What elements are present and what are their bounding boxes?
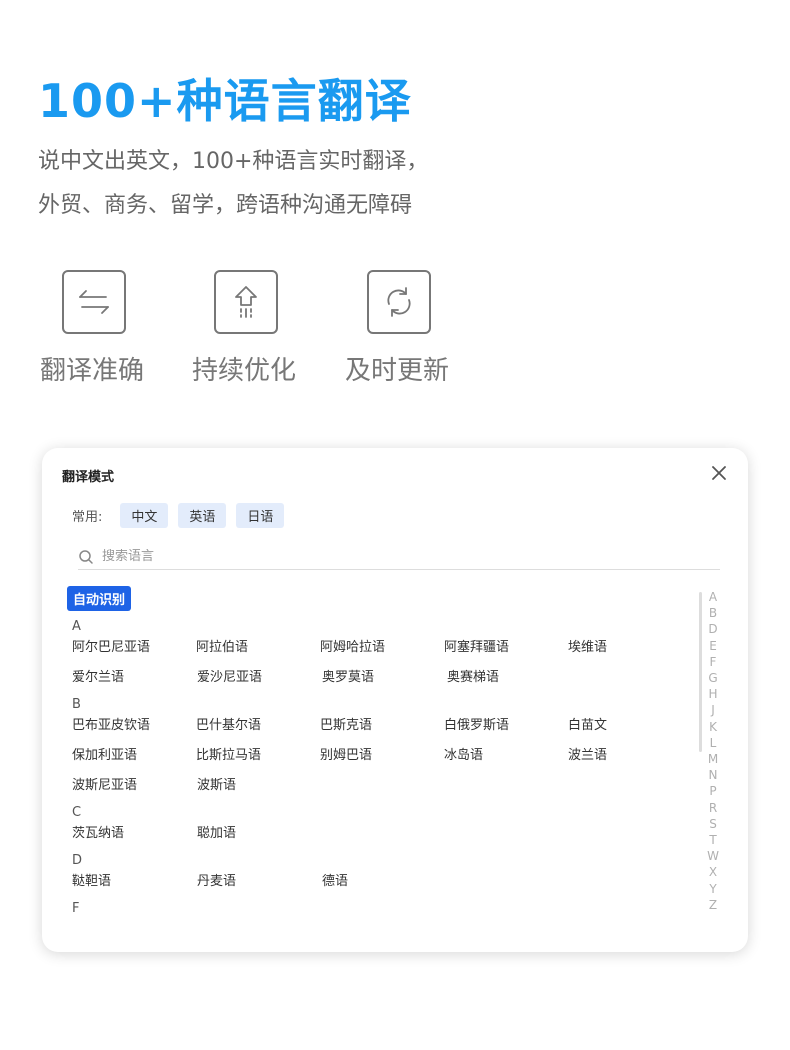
alphabet-index-letter[interactable]: H (706, 686, 720, 702)
language-item[interactable]: 奥赛梯语 (447, 666, 572, 685)
search-input[interactable] (102, 549, 662, 564)
language-row: 巴布亚皮钦语 巴什基尔语 巴斯克语 白俄罗斯语 白苗文 (72, 714, 692, 744)
page-description: 说中文出英文，100+种语言实时翻译， 外贸、商务、留学，跨语种沟通无障碍 (38, 140, 428, 228)
chip-english[interactable]: 英语 (178, 503, 227, 528)
close-icon (712, 466, 726, 480)
alphabet-index-letter[interactable]: P (706, 783, 720, 799)
language-item[interactable]: 白俄罗斯语 (444, 714, 568, 733)
language-item[interactable]: 阿塞拜疆语 (444, 636, 568, 655)
scrollbar[interactable] (699, 592, 702, 752)
language-item[interactable]: 聪加语 (197, 822, 322, 841)
language-item[interactable]: 阿尔巴尼亚语 (72, 636, 196, 655)
language-item[interactable]: 爱尔兰语 (72, 666, 197, 685)
search-icon (79, 549, 93, 564)
search-bar (78, 544, 720, 570)
language-item[interactable]: 阿姆哈拉语 (320, 636, 444, 655)
common-label: 常用: (72, 510, 103, 525)
alphabet-index-letter[interactable]: D (706, 621, 720, 637)
language-item[interactable]: 奥罗莫语 (322, 666, 447, 685)
feature-label-optimize: 持续优化 (192, 356, 297, 386)
alphabet-index-letter[interactable]: Y (706, 881, 720, 897)
feature-accurate: 翻译准确 (40, 270, 182, 387)
refresh-icon (367, 270, 431, 334)
alphabet-index-letter[interactable]: Z (706, 897, 720, 913)
section-letter: D (72, 853, 83, 868)
feature-update: 及时更新 (345, 270, 487, 387)
feature-label-accurate: 翻译准确 (40, 356, 145, 386)
alphabet-index-letter[interactable]: M (706, 751, 720, 767)
language-item[interactable]: 埃维语 (568, 636, 692, 655)
language-list: A 阿尔巴尼亚语 阿拉伯语 阿姆哈拉语 阿塞拜疆语 埃维语 爱尔兰语 爱沙尼亚语 奥罗莫语 奥赛梯… (72, 618, 692, 918)
language-item[interactable]: 别姆巴语 (320, 744, 444, 763)
dialog-title: 翻译模式 (62, 470, 115, 485)
language-item[interactable]: 比斯拉马语 (196, 744, 320, 763)
language-row: 保加利亚语 比斯拉马语 别姆巴语 冰岛语 波兰语 (72, 744, 692, 774)
chip-chinese[interactable]: 中文 (120, 503, 169, 528)
language-row: 鞑靼语 丹麦语 德语 (72, 870, 692, 900)
alphabet-index-letter[interactable]: T (706, 832, 720, 848)
upgrade-arrow-icon (214, 270, 278, 334)
alphabet-index-letter[interactable]: E (706, 638, 720, 654)
swap-arrows-icon (62, 270, 126, 334)
language-row: 阿尔巴尼亚语 阿拉伯语 阿姆哈拉语 阿塞拜疆语 埃维语 (72, 636, 692, 666)
alphabet-index-letter[interactable]: X (706, 864, 720, 880)
feature-optimize: 持续优化 (192, 270, 334, 387)
description-line-2: 外贸、商务、留学，跨语种沟通无障碍 (38, 193, 413, 218)
alphabet-index-letter[interactable]: A (706, 589, 720, 605)
language-item[interactable]: 阿拉伯语 (196, 636, 320, 655)
translate-mode-dialog: 翻译模式 常用: 中文 英语 日语 自动识别 A 阿尔巴尼亚语阿拉伯语阿姆哈拉语阿… (42, 448, 748, 952)
section-letter: B (72, 697, 81, 712)
language-item[interactable]: 波兰语 (568, 744, 692, 763)
alphabet-index-letter[interactable]: G (706, 670, 720, 686)
section-letter: C (72, 805, 82, 820)
language-item[interactable]: 保加利亚语 (72, 744, 196, 763)
language-item[interactable]: 冰岛语 (444, 744, 568, 763)
page-title: 100+种语言翻译 (38, 74, 412, 128)
description-line-1: 说中文出英文，100+种语言实时翻译， (38, 149, 429, 174)
alphabet-index-letter[interactable]: L (706, 735, 720, 751)
section-letter: A (72, 619, 81, 634)
alphabet-index-letter[interactable]: K (706, 719, 720, 735)
language-row: 爱尔兰语 爱沙尼亚语 奥罗莫语 奥赛梯语 (72, 666, 692, 696)
language-item[interactable]: 巴斯克语 (320, 714, 444, 733)
language-item[interactable]: 白苗文 (568, 714, 692, 733)
language-item[interactable]: 波斯尼亚语 (72, 774, 197, 793)
alphabet-index-letter[interactable]: N (706, 767, 720, 783)
auto-detect-button[interactable]: 自动识别 (67, 586, 132, 611)
section-letter: F (72, 901, 80, 916)
alphabet-index-letter[interactable]: F (706, 654, 720, 670)
language-item[interactable]: 鞑靼语 (72, 870, 197, 889)
feature-label-update: 及时更新 (345, 356, 450, 386)
language-item[interactable]: 巴布亚皮钦语 (72, 714, 196, 733)
alphabet-index-letter[interactable]: W (706, 848, 720, 864)
close-button[interactable] (708, 462, 730, 484)
language-item[interactable]: 波斯语 (197, 774, 322, 793)
alphabet-index-letter[interactable]: R (706, 800, 720, 816)
chip-japanese[interactable]: 日语 (236, 503, 285, 528)
language-row: 茨瓦纳语 聪加语 (72, 822, 692, 852)
language-item[interactable]: 丹麦语 (197, 870, 322, 889)
alphabet-index-letter[interactable]: J (706, 702, 720, 718)
language-item[interactable]: 巴什基尔语 (196, 714, 320, 733)
alphabet-index-letter[interactable]: B (706, 605, 720, 621)
alphabet-index-letter[interactable]: S (706, 816, 720, 832)
language-row: 波斯尼亚语 波斯语 (72, 774, 692, 804)
common-languages: 常用: 中文 英语 日语 (72, 503, 294, 528)
language-item[interactable]: 茨瓦纳语 (72, 822, 197, 841)
language-item[interactable]: 爱沙尼亚语 (197, 666, 322, 685)
language-item[interactable]: 德语 (322, 870, 447, 889)
alphabet-index: ABDEFGHJKLMNPRSTWXYZ (706, 589, 720, 913)
